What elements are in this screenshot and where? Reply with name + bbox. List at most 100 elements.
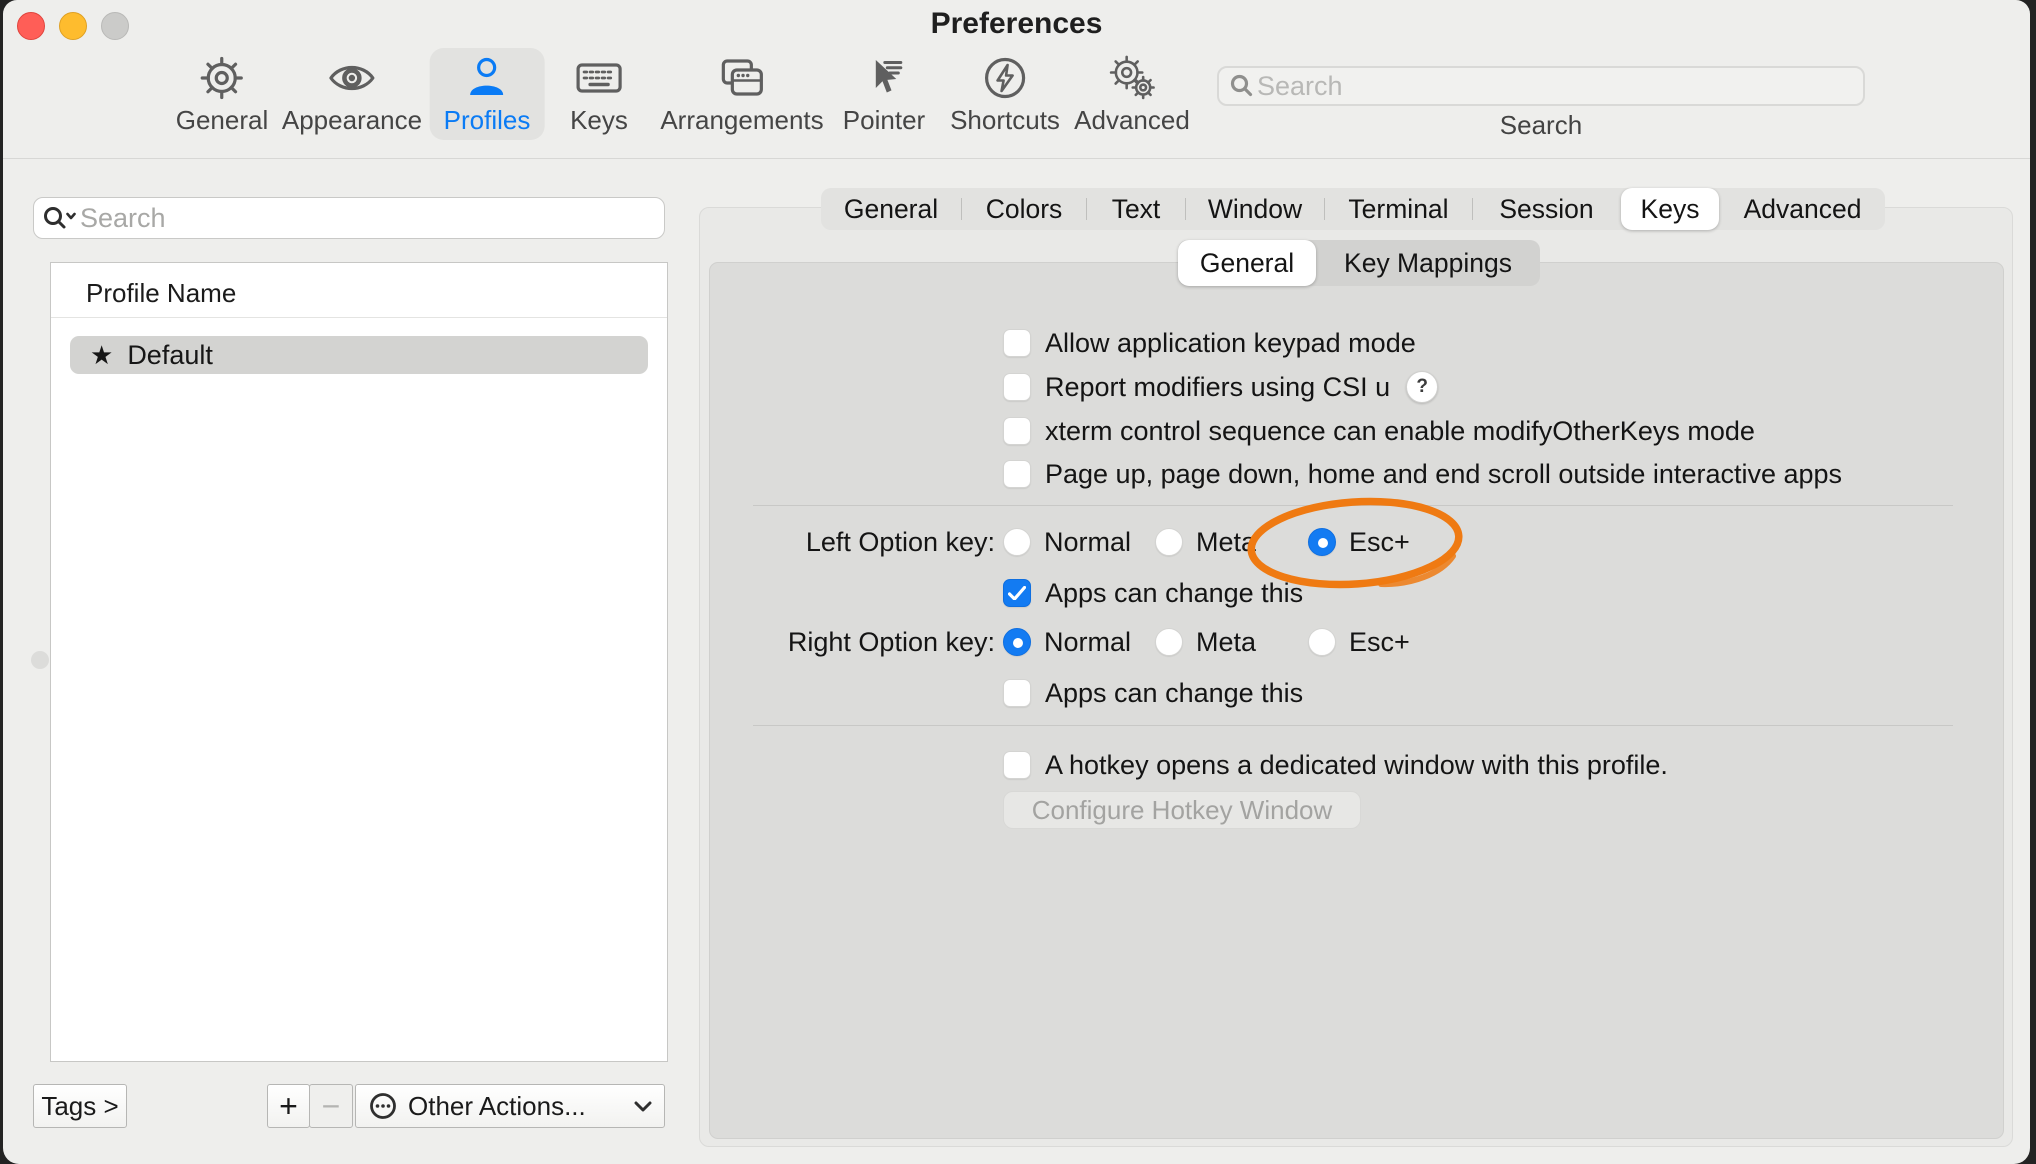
- toolbar-item-shortcuts[interactable]: Shortcuts: [936, 48, 1074, 140]
- modify-other-keys-label[interactable]: xterm control sequence can enable modify…: [1045, 416, 1755, 447]
- hotkey-label[interactable]: A hotkey opens a dedicated window with t…: [1045, 750, 1668, 781]
- left-option-key-row: Left Option key: Normal Meta Esc+: [703, 522, 1410, 562]
- right-option-meta-label[interactable]: Meta: [1196, 627, 1308, 658]
- right-apps-change-row: Apps can change this: [1003, 673, 1303, 713]
- right-option-key-row: Right Option key: Normal Meta Esc+: [703, 622, 1410, 662]
- toolbar-label: Appearance: [282, 105, 422, 136]
- toolbar-search-field[interactable]: [1217, 66, 1865, 106]
- tab-keys[interactable]: Keys: [1621, 188, 1719, 230]
- modify-other-keys-checkbox[interactable]: [1003, 417, 1031, 445]
- toolbar-label: Pointer: [843, 105, 925, 136]
- section-divider: [753, 725, 1953, 726]
- person-icon: [463, 54, 511, 102]
- toolbar-label: Arrangements: [660, 105, 823, 136]
- search-icon: [1229, 73, 1255, 99]
- csi-u-checkbox[interactable]: [1003, 373, 1031, 401]
- profile-row-default[interactable]: ★ Default: [70, 336, 648, 374]
- keys-subtabs: General Key Mappings: [1178, 240, 1540, 286]
- toolbar-item-keys[interactable]: Keys: [556, 48, 642, 140]
- profile-search-input[interactable]: [78, 202, 656, 235]
- keypad-mode-checkbox[interactable]: [1003, 329, 1031, 357]
- left-apps-change-row: Apps can change this: [1003, 573, 1303, 613]
- tab-general[interactable]: General: [821, 188, 961, 230]
- gears-icon: [1108, 54, 1156, 102]
- toolbar-label: Shortcuts: [950, 105, 1060, 136]
- windows-icon: [718, 54, 766, 102]
- search-with-dropdown-icon: [42, 205, 78, 231]
- csi-u-label[interactable]: Report modifiers using CSI u: [1045, 372, 1390, 403]
- right-option-normal-radio[interactable]: [1003, 628, 1031, 656]
- modify-other-keys-row: xterm control sequence can enable modify…: [1003, 411, 1755, 451]
- keypad-mode-row: Allow application keypad mode: [1003, 323, 1416, 363]
- tab-colors[interactable]: Colors: [962, 188, 1086, 230]
- toolbar-label: General: [176, 105, 269, 136]
- section-divider: [753, 505, 1953, 506]
- other-actions-dropdown[interactable]: Other Actions...: [355, 1084, 665, 1128]
- right-apps-change-label[interactable]: Apps can change this: [1045, 678, 1303, 709]
- tab-advanced[interactable]: Advanced: [1720, 188, 1885, 230]
- hotkey-checkbox[interactable]: [1003, 751, 1031, 779]
- toolbar-item-appearance[interactable]: Appearance: [268, 48, 436, 140]
- page-scroll-checkbox[interactable]: [1003, 460, 1031, 488]
- left-apps-change-checkbox[interactable]: [1003, 579, 1031, 607]
- tab-session[interactable]: Session: [1473, 188, 1620, 230]
- profile-search-field[interactable]: [33, 197, 665, 239]
- default-star-icon: ★: [90, 340, 113, 371]
- toolbar-search-caption: Search: [1401, 110, 1681, 141]
- csi-u-row: Report modifiers using CSI u ?: [1003, 367, 1438, 407]
- toolbar-label: Profiles: [444, 105, 531, 136]
- keyboard-icon: [575, 54, 623, 102]
- gear-icon: [198, 54, 246, 102]
- toolbar-item-profiles[interactable]: Profiles: [430, 48, 545, 140]
- right-apps-change-checkbox[interactable]: [1003, 679, 1031, 707]
- right-option-esc-label[interactable]: Esc+: [1349, 627, 1410, 658]
- tab-text[interactable]: Text: [1087, 188, 1185, 230]
- tags-button[interactable]: Tags >: [33, 1084, 127, 1128]
- other-actions-label: Other Actions...: [408, 1091, 586, 1122]
- profile-list: Profile Name ★ Default: [50, 262, 668, 1062]
- preferences-window: Preferences General Appearance Profiles …: [3, 0, 2030, 1164]
- toolbar-divider: [3, 158, 2030, 159]
- lightning-icon: [981, 54, 1029, 102]
- toolbar-item-general[interactable]: General: [162, 48, 283, 140]
- profile-name: Default: [127, 340, 213, 371]
- left-apps-change-label[interactable]: Apps can change this: [1045, 578, 1303, 609]
- splitter-handle[interactable]: [31, 651, 49, 669]
- cursor-icon: [860, 54, 908, 102]
- profile-tabs: General Colors Text Window Terminal Sess…: [821, 188, 1885, 230]
- eye-icon: [328, 54, 376, 102]
- left-option-esc-radio[interactable]: [1308, 528, 1336, 556]
- chevron-down-icon: [634, 1101, 652, 1112]
- help-button[interactable]: ?: [1406, 371, 1438, 403]
- configure-hotkey-window-button[interactable]: Configure Hotkey Window: [1003, 791, 1361, 829]
- tab-window[interactable]: Window: [1186, 188, 1324, 230]
- toolbar-item-pointer[interactable]: Pointer: [829, 48, 939, 140]
- keypad-mode-label[interactable]: Allow application keypad mode: [1045, 328, 1416, 359]
- right-option-meta-radio[interactable]: [1155, 628, 1183, 656]
- remove-profile-button[interactable]: −: [309, 1084, 353, 1128]
- subtab-key-mappings[interactable]: Key Mappings: [1316, 240, 1540, 286]
- hotkey-row: A hotkey opens a dedicated window with t…: [1003, 745, 1668, 785]
- profile-list-header: Profile Name: [86, 278, 236, 309]
- left-option-meta-label[interactable]: Meta: [1196, 527, 1308, 558]
- subtab-general[interactable]: General: [1178, 240, 1316, 286]
- right-option-normal-label[interactable]: Normal: [1044, 627, 1155, 658]
- page-scroll-row: Page up, page down, home and end scroll …: [1003, 454, 1842, 494]
- add-profile-button[interactable]: +: [267, 1084, 310, 1128]
- toolbar-label: Advanced: [1074, 105, 1190, 136]
- tab-terminal[interactable]: Terminal: [1325, 188, 1472, 230]
- toolbar-item-advanced[interactable]: Advanced: [1060, 48, 1204, 140]
- window-title: Preferences: [3, 7, 2030, 41]
- left-option-normal-label[interactable]: Normal: [1044, 527, 1155, 558]
- right-option-key-label: Right Option key:: [703, 627, 995, 658]
- left-option-esc-label[interactable]: Esc+: [1349, 527, 1410, 558]
- toolbar-item-arrangements[interactable]: Arrangements: [646, 48, 837, 140]
- left-option-meta-radio[interactable]: [1155, 528, 1183, 556]
- left-option-key-label: Left Option key:: [703, 527, 995, 558]
- right-option-esc-radio[interactable]: [1308, 628, 1336, 656]
- toolbar-label: Keys: [570, 105, 628, 136]
- ellipsis-circle-icon: [368, 1091, 398, 1121]
- toolbar-search-input[interactable]: [1255, 70, 1853, 103]
- page-scroll-label[interactable]: Page up, page down, home and end scroll …: [1045, 459, 1842, 490]
- left-option-normal-radio[interactable]: [1003, 528, 1031, 556]
